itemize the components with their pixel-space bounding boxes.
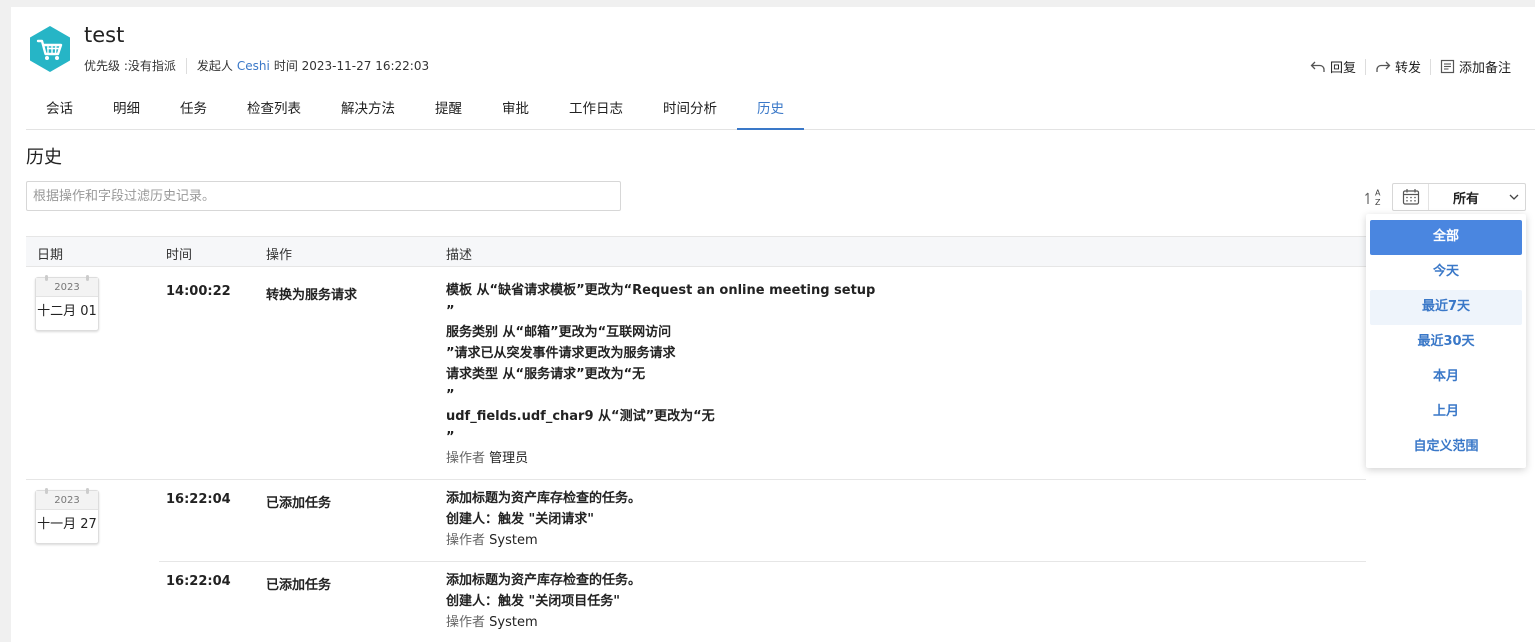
svg-text:Z: Z [1375, 198, 1381, 207]
operator-label: 操作者 [446, 533, 486, 548]
reply-icon [1310, 61, 1325, 72]
tab-details[interactable]: 明细 [93, 87, 160, 130]
request-details-panel: test 优先级 :没有指派 发起人 Ceshi 时间 2023-11-27 1… [11, 7, 1535, 642]
description-line: 创建人：触发 "关闭项目任务" [446, 594, 621, 609]
date-badge: 2023 十一月 27 [35, 488, 99, 544]
history-filter-input[interactable] [26, 181, 621, 211]
description-line: 添加标题为资产库存检查的任务。 [446, 491, 642, 506]
option-today[interactable]: 今天 [1370, 255, 1522, 290]
tab-conversation[interactable]: 会话 [26, 87, 93, 130]
priority-label: 优先级 :没有指派 [84, 59, 176, 73]
forward-label: 转发 [1394, 61, 1421, 76]
description-line: 模板 从“缺省请求模板”更改为“Request an online meetin… [446, 283, 876, 298]
forward-icon [1376, 61, 1391, 72]
operator-line: 操作者 System [446, 612, 641, 633]
tab-history[interactable]: 历史 [737, 87, 804, 130]
calendar-ring [45, 488, 48, 494]
history-description: 添加标题为资产库存检查的任务。 创建人：触发 "关闭项目任务" 操作者 Syst… [446, 570, 641, 633]
calendar-ring [86, 275, 89, 281]
tab-bar: 会话 明细 任务 检查列表 解决方法 提醒 审批 工作日志 时间分析 历史 [26, 87, 1535, 130]
note-icon [1440, 59, 1455, 74]
forward-button[interactable]: 转发 [1375, 57, 1421, 76]
tab-worklog[interactable]: 工作日志 [549, 87, 643, 130]
column-time: 时间 [166, 248, 193, 263]
action-divider [1429, 58, 1431, 75]
operator-label: 操作者 [446, 451, 486, 466]
history-time: 16:22:04 [166, 574, 231, 589]
description-line: 创建人：触发 "关闭请求" [446, 512, 595, 527]
calendar-ring [45, 275, 48, 281]
history-table-header: 日期 时间 操作 描述 [26, 236, 1366, 267]
description-line: ” [446, 388, 455, 403]
add-note-label: 添加备注 [1458, 61, 1511, 76]
sort-az-icon[interactable]: A Z [1365, 187, 1387, 209]
history-action: 已添加任务 [266, 578, 332, 593]
calendar-ring [86, 488, 89, 494]
option-this-month[interactable]: 本月 [1370, 360, 1522, 395]
add-note-button[interactable]: 添加备注 [1440, 57, 1511, 76]
request-meta: 优先级 :没有指派 发起人 Ceshi 时间 2023-11-27 16:22:… [84, 57, 429, 74]
date-range-value: 所有 [1452, 191, 1479, 207]
header-actions: 回复 转发 添加备注 [1310, 57, 1511, 76]
option-last-month[interactable]: 上月 [1370, 395, 1522, 430]
option-last-7-days[interactable]: 最近7天 [1370, 290, 1522, 325]
option-custom-range[interactable]: 自定义范围 [1370, 430, 1522, 465]
option-last-30-days[interactable]: 最近30天 [1370, 325, 1522, 360]
operator-name: System [489, 533, 538, 548]
shopping-cart-icon [28, 25, 72, 73]
reply-label: 回复 [1329, 61, 1356, 76]
date-monthday: 十二月 01 [37, 304, 97, 319]
description-line: ” [446, 430, 455, 445]
action-divider [1364, 58, 1366, 75]
operator-name: 管理员 [489, 451, 529, 466]
tab-tasks[interactable]: 任务 [160, 87, 227, 130]
tab-checklist[interactable]: 检查列表 [227, 87, 321, 130]
history-time: 16:22:04 [166, 492, 231, 507]
description-line: 服务类别 从“邮箱”更改为“互联网访问 [446, 325, 672, 340]
history-action: 已添加任务 [266, 496, 332, 511]
column-date: 日期 [37, 248, 64, 263]
operator-line: 操作者 管理员 [446, 448, 875, 469]
description-line: 添加标题为资产库存检查的任务。 [446, 573, 642, 588]
column-description: 描述 [446, 248, 473, 263]
date-monthday: 十一月 27 [37, 517, 97, 532]
option-all[interactable]: 全部 [1370, 220, 1522, 255]
row-divider [26, 479, 1366, 480]
operator-line: 操作者 System [446, 530, 641, 551]
column-action: 操作 [266, 248, 293, 263]
reply-button[interactable]: 回复 [1310, 57, 1356, 76]
tab-resolution[interactable]: 解决方法 [321, 87, 415, 130]
meta-divider [185, 57, 187, 74]
date-range-select[interactable]: 所有 [1392, 183, 1526, 211]
description-line: udf_fields.udf_char9 从“测试”更改为“无 [446, 409, 715, 424]
section-title: 历史 [26, 147, 62, 168]
tab-reminders[interactable]: 提醒 [415, 87, 482, 130]
request-title: test [84, 23, 125, 47]
history-action: 转换为服务请求 [266, 288, 358, 303]
operator-label: 操作者 [446, 615, 486, 630]
chevron-down-icon [1503, 194, 1525, 200]
history-description: 模板 从“缺省请求模板”更改为“Request an online meetin… [446, 280, 875, 469]
requester-label: 发起人 [196, 59, 233, 73]
history-time: 14:00:22 [166, 284, 231, 299]
row-divider [159, 561, 1366, 562]
requester-link[interactable]: Ceshi [237, 59, 270, 73]
description-line: ” [446, 304, 455, 319]
history-description: 添加标题为资产库存检查的任务。 创建人：触发 "关闭请求" 操作者 System [446, 488, 641, 551]
calendar-icon [1393, 184, 1429, 210]
tab-time-analysis[interactable]: 时间分析 [643, 87, 737, 130]
description-line: ”请求已从突发事件请求更改为服务请求 [446, 346, 676, 361]
tab-approvals[interactable]: 审批 [482, 87, 549, 130]
description-line: 请求类型 从“服务请求”更改为“无 [446, 367, 646, 382]
operator-name: System [489, 615, 538, 630]
date-range-dropdown: 全部 今天 最近7天 最近30天 本月 上月 自定义范围 [1366, 214, 1526, 468]
svg-text:A: A [1375, 189, 1381, 198]
created-time: 时间 2023-11-27 16:22:03 [273, 59, 430, 73]
date-badge: 2023 十二月 01 [35, 275, 99, 331]
